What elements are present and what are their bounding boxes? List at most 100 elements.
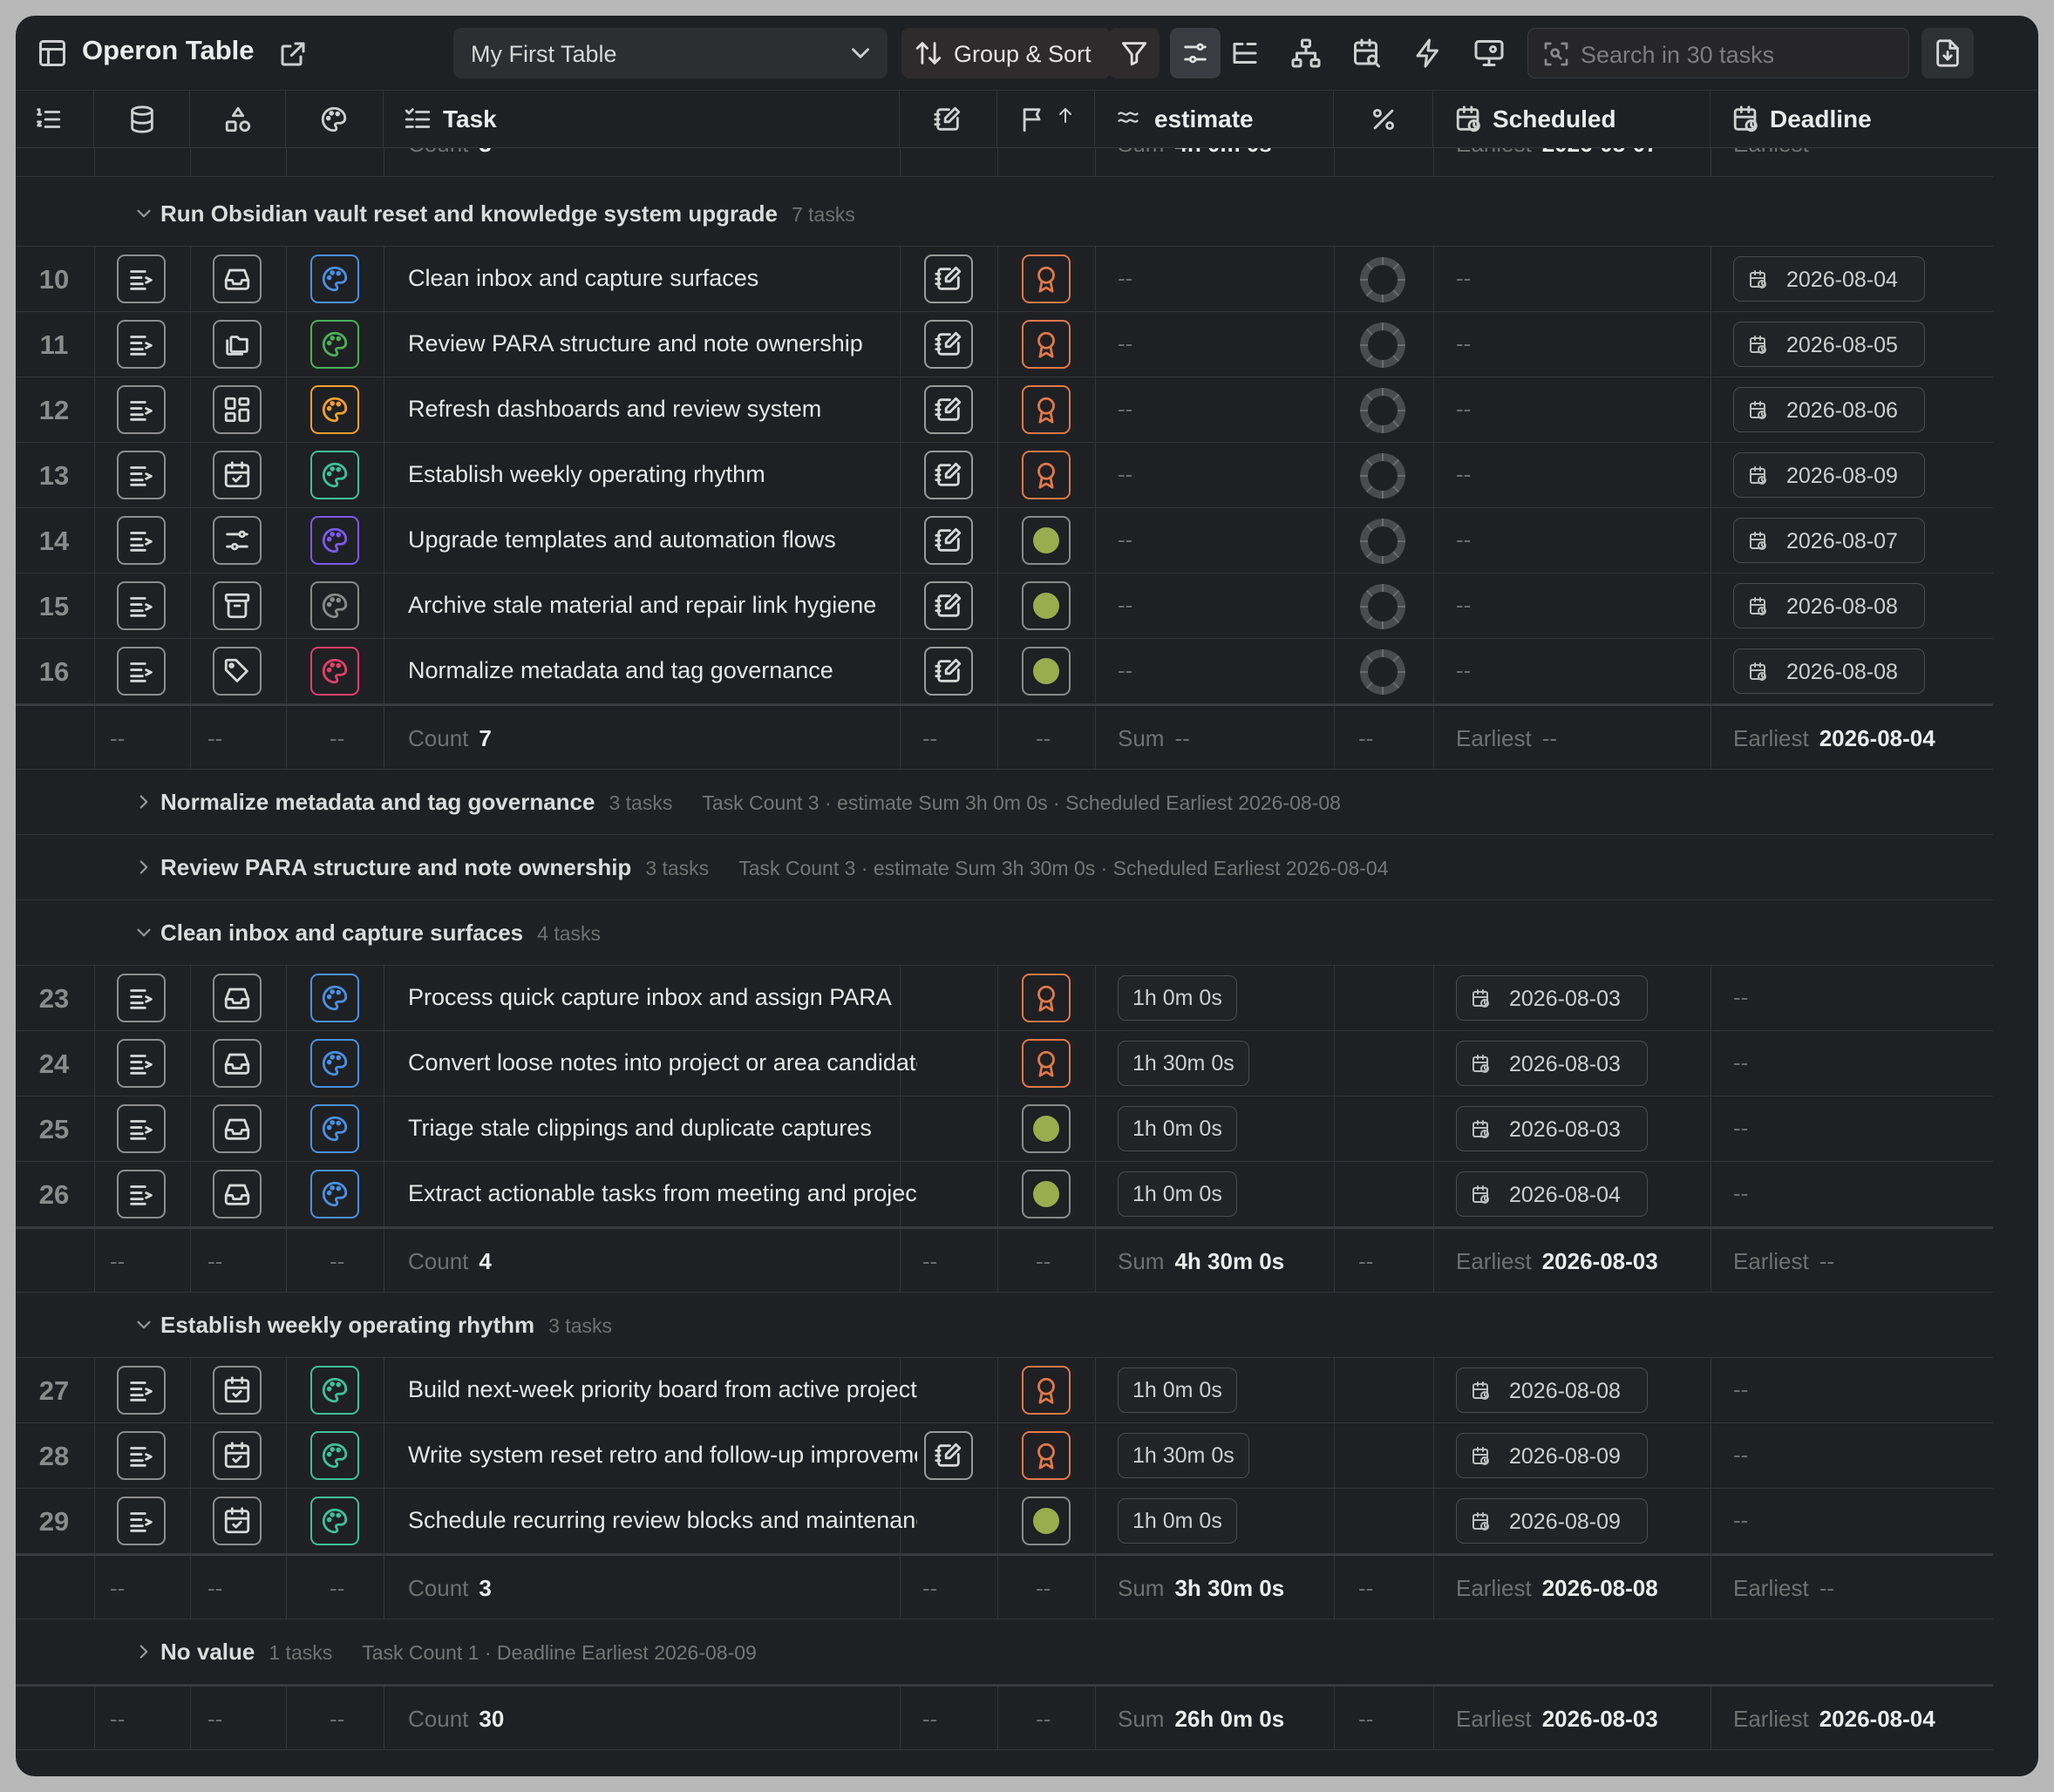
- deadline-badge[interactable]: 2026-08-05: [1733, 322, 1925, 367]
- table-row[interactable]: 11 Review PARA structure and note ownersh…: [16, 312, 1993, 377]
- scheduled-badge[interactable]: 2026-08-08: [1456, 1368, 1648, 1413]
- color-swatch[interactable]: [310, 1104, 359, 1153]
- open-task-button[interactable]: [117, 1431, 166, 1480]
- color-swatch[interactable]: [310, 581, 359, 630]
- color-swatch[interactable]: [310, 516, 359, 565]
- type-icon-box[interactable]: [213, 581, 262, 630]
- task-title[interactable]: Write system reset retro and follow-up i…: [408, 1442, 917, 1469]
- estimate-badge[interactable]: 1h 0m 0s: [1118, 1498, 1237, 1544]
- color-swatch[interactable]: [310, 1497, 359, 1545]
- type-icon-box[interactable]: [213, 1039, 262, 1088]
- priority-low-badge[interactable]: [1022, 1170, 1071, 1218]
- priority-low-badge[interactable]: [1022, 516, 1071, 565]
- table-row[interactable]: 28 Write system reset retro and follow-up…: [16, 1423, 1993, 1489]
- type-icon-box[interactable]: [213, 1431, 262, 1480]
- note-button[interactable]: [924, 1431, 973, 1480]
- task-title[interactable]: Establish weekly operating rhythm: [408, 461, 917, 488]
- task-title[interactable]: Upgrade templates and automation flows: [408, 526, 917, 553]
- table-row[interactable]: 16 Normalize metadata and tag governance -…: [16, 639, 1993, 704]
- estimate-badge[interactable]: 1h 30m 0s: [1118, 1041, 1249, 1086]
- priority-low-badge[interactable]: [1022, 1497, 1071, 1545]
- estimate-badge[interactable]: 1h 0m 0s: [1118, 1106, 1237, 1151]
- priority-high-badge[interactable]: [1022, 255, 1071, 303]
- chevron-right-icon[interactable]: [133, 856, 155, 879]
- note-button[interactable]: [924, 516, 973, 565]
- deadline-badge[interactable]: 2026-08-08: [1733, 583, 1925, 628]
- type-icon-box[interactable]: [213, 451, 262, 499]
- header-row-number[interactable]: [16, 91, 94, 148]
- header-estimate[interactable]: estimate: [1095, 91, 1334, 148]
- color-swatch[interactable]: [310, 1170, 359, 1218]
- table-row[interactable]: 10 Clean inbox and capture surfaces -- -- 20…: [16, 247, 1993, 312]
- open-external-icon[interactable]: [277, 38, 307, 68]
- search-input[interactable]: Search in 30 tasks: [1527, 28, 1909, 78]
- open-task-button[interactable]: [117, 385, 166, 434]
- priority-low-badge[interactable]: [1022, 1104, 1071, 1153]
- scheduled-badge[interactable]: 2026-08-03: [1456, 975, 1648, 1021]
- list-tree-icon[interactable]: [1229, 37, 1261, 69]
- priority-high-badge[interactable]: [1022, 385, 1071, 434]
- deadline-badge[interactable]: 2026-08-06: [1733, 387, 1925, 432]
- scheduled-badge[interactable]: 2026-08-09: [1456, 1498, 1648, 1544]
- table-row[interactable]: 26 Extract actionable tasks from meeting …: [16, 1162, 1993, 1227]
- color-swatch[interactable]: [310, 320, 359, 369]
- open-task-button[interactable]: [117, 1170, 166, 1218]
- open-task-button[interactable]: [117, 581, 166, 630]
- task-title[interactable]: Archive stale material and repair link h…: [408, 592, 917, 619]
- table-row[interactable]: 29 Schedule recurring review blocks and m…: [16, 1489, 1993, 1554]
- task-title[interactable]: Refresh dashboards and review system: [408, 396, 917, 423]
- task-title[interactable]: Extract actionable tasks from meeting an…: [408, 1180, 917, 1207]
- task-title[interactable]: Clean inbox and capture surfaces: [408, 265, 917, 292]
- header-priority[interactable]: [997, 91, 1095, 148]
- header-color[interactable]: [286, 91, 384, 148]
- priority-low-badge[interactable]: [1022, 581, 1071, 630]
- deadline-badge[interactable]: 2026-08-09: [1733, 452, 1925, 498]
- chevron-down-icon[interactable]: [133, 1313, 155, 1336]
- type-icon-box[interactable]: [213, 1497, 262, 1545]
- export-button[interactable]: [1921, 28, 1974, 78]
- color-swatch[interactable]: [310, 451, 359, 499]
- chevron-down-icon[interactable]: [133, 202, 155, 225]
- type-icon-box[interactable]: [213, 516, 262, 565]
- table-row[interactable]: 23 Process quick capture inbox and assign…: [16, 966, 1993, 1031]
- scheduled-badge[interactable]: 2026-08-09: [1456, 1433, 1648, 1478]
- priority-high-badge[interactable]: [1022, 1366, 1071, 1415]
- estimate-badge[interactable]: 1h 0m 0s: [1118, 1368, 1237, 1413]
- priority-high-badge[interactable]: [1022, 451, 1071, 499]
- chevron-right-icon[interactable]: [133, 1640, 155, 1663]
- open-task-button[interactable]: [117, 1366, 166, 1415]
- type-icon-box[interactable]: [213, 385, 262, 434]
- color-swatch[interactable]: [310, 1431, 359, 1480]
- filter-button[interactable]: [1109, 28, 1160, 78]
- header-deadline[interactable]: Deadline: [1711, 91, 1993, 148]
- note-button[interactable]: [924, 255, 973, 303]
- header-source[interactable]: [94, 91, 190, 148]
- color-swatch[interactable]: [310, 974, 359, 1022]
- type-icon-box[interactable]: [213, 1170, 262, 1218]
- deadline-badge[interactable]: 2026-08-04: [1733, 256, 1925, 302]
- priority-low-badge[interactable]: [1022, 647, 1071, 696]
- estimate-badge[interactable]: 1h 30m 0s: [1118, 1433, 1249, 1478]
- scrollbar[interactable]: [1995, 148, 2038, 1776]
- open-task-button[interactable]: [117, 1039, 166, 1088]
- color-swatch[interactable]: [310, 647, 359, 696]
- hierarchy-icon[interactable]: [1290, 37, 1322, 69]
- calendar-search-icon[interactable]: [1351, 37, 1383, 69]
- task-title[interactable]: Triage stale clippings and duplicate cap…: [408, 1115, 917, 1142]
- estimate-badge[interactable]: 1h 0m 0s: [1118, 1171, 1237, 1217]
- type-icon-box[interactable]: [213, 1366, 262, 1415]
- open-task-button[interactable]: [117, 320, 166, 369]
- color-swatch[interactable]: [310, 385, 359, 434]
- header-note[interactable]: [900, 91, 997, 148]
- color-swatch[interactable]: [310, 1366, 359, 1415]
- header-progress[interactable]: [1334, 91, 1433, 148]
- open-task-button[interactable]: [117, 1104, 166, 1153]
- open-task-button[interactable]: [117, 516, 166, 565]
- header-type[interactable]: [190, 91, 286, 148]
- deadline-badge[interactable]: 2026-08-08: [1733, 648, 1925, 694]
- task-title[interactable]: Normalize metadata and tag governance: [408, 657, 917, 684]
- table-row[interactable]: 12 Refresh dashboards and review system --…: [16, 377, 1993, 443]
- open-task-button[interactable]: [117, 1497, 166, 1545]
- group-sort-button[interactable]: Group & Sort: [901, 28, 1111, 78]
- header-scheduled[interactable]: Scheduled: [1433, 91, 1711, 148]
